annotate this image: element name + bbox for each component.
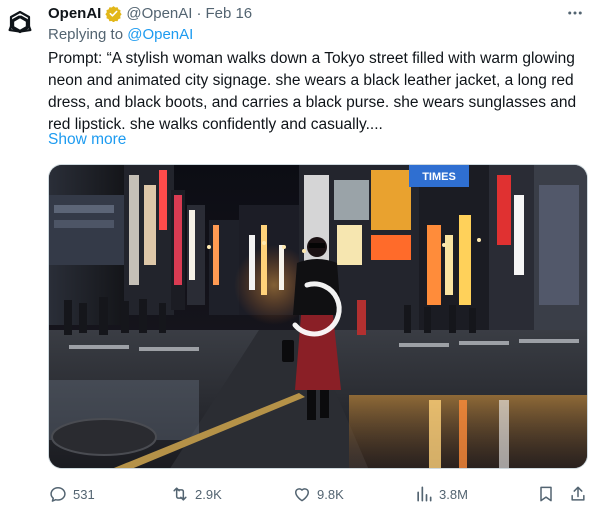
bookmark-icon [540, 486, 552, 502]
repost-icon [173, 487, 187, 501]
heart-icon [295, 488, 309, 502]
more-dots-icon [568, 11, 582, 15]
views-button[interactable]: 3.8M [414, 480, 468, 508]
verified-badge-icon [105, 5, 122, 22]
tweet-video[interactable]: TIMES [48, 164, 588, 469]
share-button[interactable] [568, 480, 593, 508]
sign-text: TIMES [422, 171, 456, 183]
header-separator: · [196, 4, 202, 22]
reply-icon [50, 487, 66, 502]
like-button[interactable]: 9.8K [292, 480, 344, 508]
bookmark-button[interactable] [536, 480, 561, 508]
like-count: 9.8K [317, 486, 344, 502]
repost-button[interactable]: 2.9K [170, 480, 222, 508]
author-handle[interactable]: @OpenAI [126, 5, 192, 22]
views-count: 3.8M [439, 486, 468, 502]
video-frame: TIMES [49, 165, 587, 468]
analytics-bar-icon [417, 486, 432, 502]
repost-count: 2.9K [195, 486, 222, 502]
more-options-button[interactable] [564, 2, 586, 24]
tweet-date[interactable]: Feb 16 [205, 5, 252, 22]
tweet-text: Prompt: “A stylish woman walks down a To… [48, 50, 577, 133]
tweet: OpenAI @OpenAI · Feb 16 Replying to @Ope… [0, 0, 600, 515]
share-icon [571, 486, 585, 501]
openai-logo-icon [8, 10, 32, 34]
reply-mention-link[interactable]: @OpenAI [127, 26, 193, 43]
author-name[interactable]: OpenAI [48, 5, 101, 22]
avatar[interactable] [4, 8, 36, 40]
reply-button[interactable]: 531 [48, 480, 95, 508]
tweet-actions: 531 2.9K 9.8K 3.8M [48, 480, 588, 508]
replying-to: Replying to @OpenAI [48, 26, 193, 43]
show-more-link[interactable]: Show more [48, 131, 126, 149]
replying-to-label: Replying to [48, 26, 128, 43]
reply-count: 531 [73, 486, 95, 502]
tweet-header: OpenAI @OpenAI · Feb 16 [48, 2, 252, 24]
